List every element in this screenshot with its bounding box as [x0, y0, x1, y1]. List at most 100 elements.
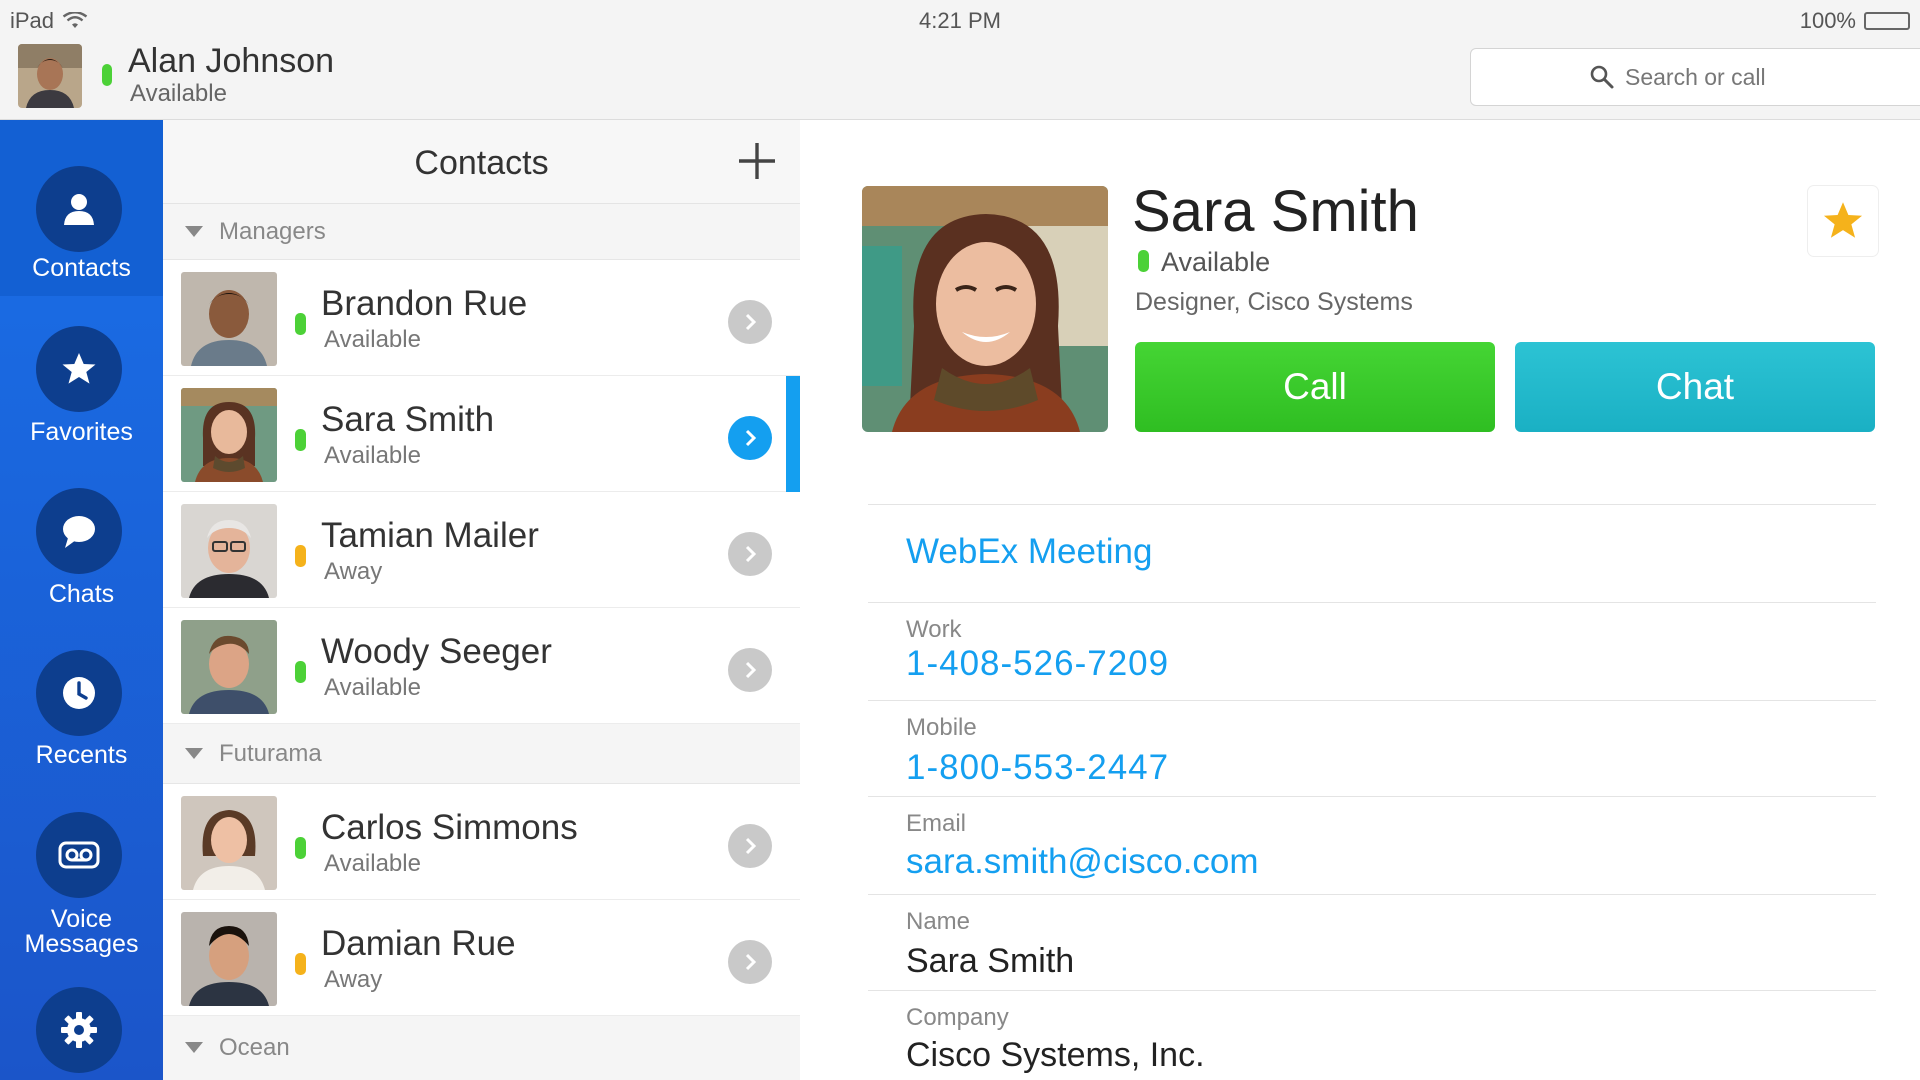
- webex-meeting-link[interactable]: WebEx Meeting: [906, 532, 1152, 572]
- user-avatar[interactable]: [18, 44, 82, 108]
- contact-name: Brandon Rue: [321, 284, 528, 323]
- top-bar: iPad 4:21 PM 100% Alan Johnson Available…: [0, 0, 1920, 120]
- group-header-managers[interactable]: Managers: [163, 204, 800, 260]
- chevron-right-icon[interactable]: [728, 300, 772, 344]
- mobile-phone-link[interactable]: 1-800-553-2447: [906, 748, 1169, 788]
- email-link[interactable]: sara.smith@cisco.com: [906, 842, 1259, 882]
- contact-avatar: [181, 504, 277, 598]
- person-icon: [36, 166, 122, 252]
- contact-name: Carlos Simmons: [321, 808, 578, 847]
- star-icon: [36, 326, 122, 412]
- contact-avatar: [181, 272, 277, 366]
- battery-percent: 100%: [1799, 8, 1856, 33]
- contact-detail-pane: Sara Smith Available Designer, Cisco Sys…: [800, 120, 1920, 1080]
- contact-row-sara-smith[interactable]: Sara Smith Available: [163, 376, 800, 492]
- voicemail-icon: [36, 812, 122, 898]
- detail-avatar: [862, 186, 1108, 432]
- search-placeholder: Search or call: [1625, 63, 1766, 90]
- name-value: Sara Smith: [906, 942, 1075, 980]
- nav-favorites-label: Favorites: [30, 418, 133, 446]
- detail-job-title: Designer, Cisco Systems: [1135, 288, 1413, 316]
- nav-settings[interactable]: [0, 965, 163, 1080]
- caret-down-icon: [185, 226, 203, 237]
- nav-recents[interactable]: Recents: [0, 623, 163, 783]
- contact-name: Damian Rue: [321, 924, 516, 963]
- work-phone-link[interactable]: 1-408-526-7209: [906, 644, 1169, 684]
- presence-away-indicator: [295, 545, 306, 567]
- chevron-right-icon[interactable]: [728, 532, 772, 576]
- divider: [868, 504, 1876, 505]
- caret-down-icon: [185, 1042, 203, 1053]
- contact-avatar: [181, 912, 277, 1006]
- clock-icon: [36, 650, 122, 736]
- nav-voice-messages[interactable]: Voice Messages: [0, 785, 163, 965]
- search-icon: [1590, 65, 1614, 89]
- contact-avatar: [181, 620, 277, 714]
- divider: [868, 796, 1876, 797]
- nav-voice-messages-label: Voice Messages: [24, 905, 139, 958]
- search-input[interactable]: Search or call: [1470, 48, 1920, 106]
- chat-button[interactable]: Chat: [1515, 342, 1875, 432]
- contact-row-tamian-mailer[interactable]: Tamian Mailer Away: [163, 492, 800, 608]
- star-icon: [1823, 202, 1863, 238]
- user-presence-indicator: [102, 64, 112, 86]
- detail-name: Sara Smith: [1132, 179, 1419, 244]
- group-header-ocean[interactable]: Ocean: [163, 1016, 800, 1080]
- nav-chats-label: Chats: [48, 580, 115, 608]
- group-header-futurama[interactable]: Futurama: [163, 724, 800, 784]
- caret-down-icon: [185, 748, 203, 759]
- company-value: Cisco Systems, Inc.: [906, 1036, 1205, 1074]
- contact-row-carlos-simmons[interactable]: Carlos Simmons Available: [163, 784, 800, 900]
- company-label: Company: [906, 1004, 1009, 1031]
- call-button[interactable]: Call: [1135, 342, 1495, 432]
- presence-available-indicator: [295, 661, 306, 683]
- status-battery: 100%: [1800, 8, 1910, 34]
- add-contact-icon[interactable]: [736, 140, 778, 182]
- mobile-label: Mobile: [906, 714, 977, 741]
- group-label: Futurama: [219, 740, 322, 767]
- contact-row-damian-rue[interactable]: Damian Rue Away: [163, 900, 800, 1016]
- contact-row-woody-seeger[interactable]: Woody Seeger Available: [163, 608, 800, 724]
- group-label: Managers: [219, 218, 326, 245]
- contact-avatar: [181, 388, 277, 482]
- contacts-panel: Contacts Managers Brandon Rue Available …: [163, 120, 800, 1080]
- user-status[interactable]: Available: [130, 80, 227, 108]
- nav-favorites[interactable]: Favorites: [0, 296, 163, 456]
- divider: [868, 894, 1876, 895]
- contact-row-brandon-rue[interactable]: Brandon Rue Available: [163, 260, 800, 376]
- contact-status: Available: [324, 674, 421, 701]
- work-label: Work: [906, 616, 962, 643]
- contact-status: Available: [324, 326, 421, 353]
- user-name: Alan Johnson: [128, 42, 335, 80]
- contact-status: Available: [324, 442, 421, 469]
- nav-rail: Contacts Favorites Chats Recents Voice M…: [0, 120, 163, 1080]
- nav-chats[interactable]: Chats: [0, 460, 163, 620]
- contact-status: Away: [324, 966, 383, 993]
- name-label: Name: [906, 908, 971, 935]
- email-label: Email: [906, 810, 967, 837]
- status-time: 4:21 PM: [919, 8, 1001, 33]
- selected-indicator: [786, 376, 800, 492]
- presence-available-indicator: [295, 429, 306, 451]
- nav-contacts[interactable]: Contacts: [0, 120, 163, 296]
- divider: [868, 700, 1876, 701]
- contact-name: Tamian Mailer: [321, 516, 539, 555]
- presence-away-indicator: [295, 953, 306, 975]
- chevron-right-icon[interactable]: [728, 648, 772, 692]
- gear-icon: [36, 987, 122, 1073]
- contacts-header: Contacts: [163, 120, 800, 204]
- nav-recents-label: Recents: [35, 741, 128, 769]
- chevron-right-icon[interactable]: [728, 940, 772, 984]
- chat-bubble-icon: [36, 488, 122, 574]
- chevron-right-icon[interactable]: [728, 416, 772, 460]
- group-label: Ocean: [219, 1034, 290, 1061]
- chevron-right-icon[interactable]: [728, 824, 772, 868]
- contact-name: Sara Smith: [321, 400, 495, 439]
- favorite-button[interactable]: [1808, 186, 1878, 256]
- nav-contacts-label: Contacts: [32, 254, 131, 282]
- presence-available-indicator: [295, 837, 306, 859]
- divider: [868, 990, 1876, 991]
- presence-available-indicator: [1138, 250, 1149, 272]
- detail-status: Available: [1161, 247, 1271, 277]
- contact-status: Available: [324, 850, 421, 877]
